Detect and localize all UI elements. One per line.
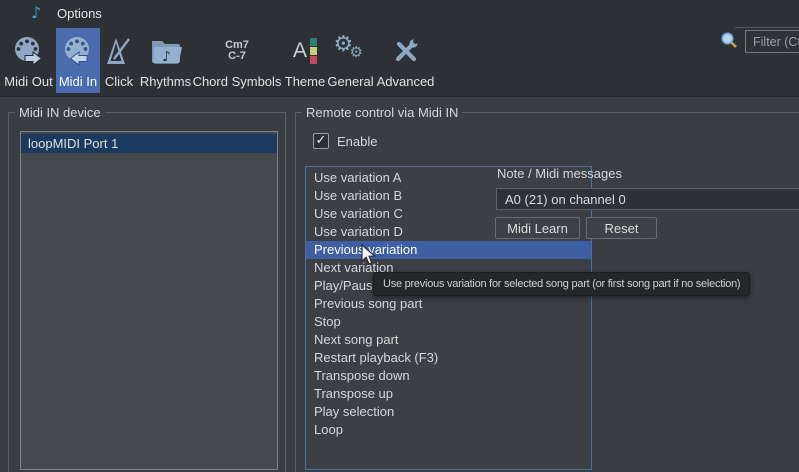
tab-label: Midi Out [4, 73, 52, 90]
enable-checkbox[interactable]: ✓ [313, 133, 329, 149]
action-item[interactable]: Previous variation [306, 241, 591, 259]
midi-out-icon [2, 28, 55, 73]
action-item[interactable]: Play selection [306, 403, 591, 421]
tab-advanced[interactable]: Advanced [376, 28, 435, 93]
action-item[interactable]: Next song part [306, 331, 591, 349]
search-icon [720, 31, 738, 54]
tab-theme[interactable]: A Theme [284, 28, 326, 93]
titlebar: ♪ Options [0, 0, 799, 26]
tab-general[interactable]: ⚙ ⚙ General [326, 28, 375, 93]
groupbox-title: Midi IN device [15, 105, 105, 120]
action-item[interactable]: Restart playback (F3) [306, 349, 591, 367]
svg-text:♪: ♪ [162, 49, 171, 65]
mouse-cursor-icon [361, 244, 377, 271]
tools-icon [376, 28, 435, 73]
chord-line-2: C-7 [225, 51, 249, 62]
midi-in-icon [56, 28, 100, 73]
checkmark-icon: ✓ [316, 133, 327, 148]
theme-letter-a: A [293, 40, 307, 61]
filter-divider [735, 27, 799, 28]
music-note-icon: ♪ [31, 3, 41, 22]
tab-chord-symbols[interactable]: Cm7 C-7 Chord Symbols [192, 28, 282, 93]
theme-icon: A [284, 28, 326, 73]
tab-click[interactable]: Click [101, 28, 137, 93]
midi-learn-button[interactable]: Midi Learn [495, 217, 580, 239]
action-item[interactable]: Loop [306, 421, 591, 439]
action-item[interactable]: Transpose down [306, 367, 591, 385]
note-message-input[interactable] [496, 188, 799, 210]
tab-rhythms[interactable]: ♪ Rhythms [138, 28, 193, 93]
tab-label: Chord Symbols [193, 73, 282, 90]
chord-symbols-icon: Cm7 C-7 [192, 28, 282, 73]
tab-label: Rhythms [140, 73, 191, 90]
enable-row: ✓ Enable [313, 133, 377, 149]
options-window: ♪ Options Midi Out [0, 0, 799, 472]
tab-label: General [327, 73, 373, 90]
action-item[interactable]: Stop [306, 313, 591, 331]
window-title: Options [57, 6, 102, 21]
action-list: Use variation AUse variation BUse variat… [305, 166, 592, 470]
action-item[interactable]: Transpose up [306, 385, 591, 403]
reset-button[interactable]: Reset [586, 217, 657, 239]
tab-label: Click [105, 73, 133, 90]
filter-input[interactable] [745, 30, 799, 53]
device-list: loopMIDI Port 1 [20, 131, 278, 470]
groupbox-title: Remote control via Midi IN [302, 105, 462, 120]
tab-midi-in[interactable]: Midi In [56, 28, 100, 93]
tab-label: Midi In [59, 73, 97, 90]
theme-color-swatches [310, 38, 317, 64]
gears-icon: ⚙ ⚙ [326, 28, 375, 73]
rhythms-folder-icon: ♪ [138, 28, 193, 73]
tab-midi-out[interactable]: Midi Out [2, 28, 55, 93]
device-item[interactable]: loopMIDI Port 1 [21, 134, 277, 153]
tab-label: Advanced [377, 73, 435, 90]
action-item[interactable]: Previous song part [306, 295, 591, 313]
enable-label: Enable [337, 134, 377, 149]
metronome-icon [101, 28, 137, 73]
note-messages-label: Note / Midi messages [497, 166, 622, 181]
window-header: ♪ Options Midi Out [0, 0, 799, 97]
chord-line-1: Cm7 [225, 40, 249, 51]
tooltip: Use previous variation for selected song… [373, 272, 750, 296]
tab-label: Theme [285, 73, 325, 90]
